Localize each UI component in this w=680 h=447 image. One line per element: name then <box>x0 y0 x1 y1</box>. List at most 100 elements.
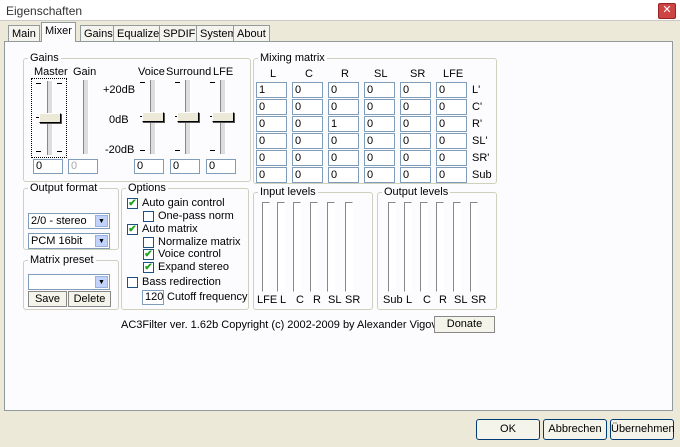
close-icon[interactable]: ✕ <box>658 3 676 19</box>
matrix-cell[interactable]: 0 <box>256 99 287 115</box>
apply-button[interactable]: Übernehmen <box>610 419 675 440</box>
matrix-cell[interactable]: 0 <box>328 82 359 98</box>
normalize-matrix-label: Normalize matrix <box>158 236 241 248</box>
donate-button[interactable]: Donate <box>434 316 495 333</box>
output-level-meter <box>388 202 396 292</box>
mixer-panel: Gains Master Gain Voice Surround LFE +20… <box>4 41 673 411</box>
chevron-down-icon[interactable]: ▼ <box>95 235 108 247</box>
matrix-cell[interactable]: 0 <box>292 99 323 115</box>
matrix-cell[interactable]: 0 <box>328 150 359 166</box>
matrix-cell[interactable]: 0 <box>256 133 287 149</box>
gain-input[interactable]: 0 <box>68 159 98 174</box>
matrix-cell[interactable]: 0 <box>364 150 395 166</box>
matrix-cell[interactable]: 0 <box>256 116 287 132</box>
matrix-cell[interactable]: 0 <box>256 150 287 166</box>
expand-stereo-label: Expand stereo <box>158 261 229 273</box>
sample-format-select[interactable]: PCM 16bit ▼ <box>28 233 110 249</box>
matrix-cell[interactable]: 0 <box>292 150 323 166</box>
matrix-cell[interactable]: 0 <box>400 167 431 183</box>
auto-matrix-label: Auto matrix <box>142 223 198 235</box>
output-level-meter <box>436 202 444 292</box>
output-level-label: Sub <box>383 294 403 306</box>
matrix-cell[interactable]: 0 <box>292 116 323 132</box>
matrix-cell[interactable]: 0 <box>436 116 467 132</box>
tab-about[interactable]: About <box>233 25 270 41</box>
copyright-text: AC3Filter ver. 1.62b Copyright (c) 2002-… <box>121 319 454 331</box>
tab-gains[interactable]: Gains <box>80 25 117 41</box>
tab-mixer[interactable]: Mixer <box>41 22 76 42</box>
surround-gain-input[interactable]: 0 <box>170 159 200 174</box>
auto-gain-control-checkbox[interactable]: ✔ <box>127 198 138 209</box>
lfe-slider[interactable] <box>210 78 234 156</box>
save-button[interactable]: Save <box>28 291 67 307</box>
matrix-cell[interactable]: 0 <box>400 133 431 149</box>
ok-button[interactable]: OK <box>476 419 540 440</box>
matrix-cell[interactable]: 0 <box>364 99 395 115</box>
input-level-meter <box>293 202 301 292</box>
matrix-cell[interactable]: 0 <box>400 82 431 98</box>
output-level-label: R <box>439 294 447 306</box>
matrix-cell[interactable]: 0 <box>436 133 467 149</box>
cutoff-frequency-input[interactable]: 120 <box>142 290 164 305</box>
tab-spdif[interactable]: SPDIF <box>159 25 200 41</box>
matrix-cell[interactable]: 0 <box>436 150 467 166</box>
matrix-cell[interactable]: 0 <box>256 167 287 183</box>
voice-label: Voice <box>138 66 165 78</box>
voice-control-checkbox[interactable]: ✔ <box>143 249 154 260</box>
matrix-cell[interactable]: 0 <box>436 99 467 115</box>
output-level-meter <box>470 202 478 292</box>
output-level-label: C <box>423 294 431 306</box>
lfe-gain-input[interactable]: 0 <box>206 159 236 174</box>
output-level-meter <box>453 202 461 292</box>
auto-gain-control-label: Auto gain control <box>142 197 225 209</box>
one-pass-norm-label: One-pass norm <box>158 210 234 222</box>
master-gain-input[interactable]: 0 <box>33 159 63 174</box>
master-slider-thumb[interactable] <box>39 113 61 123</box>
matrix-cell[interactable]: 0 <box>436 82 467 98</box>
auto-matrix-checkbox[interactable]: ✔ <box>127 224 138 235</box>
matrix-cell[interactable]: 0 <box>328 167 359 183</box>
bass-redirection-checkbox[interactable] <box>127 277 138 288</box>
matrix-cell[interactable]: 0 <box>400 99 431 115</box>
mixing-matrix-title: Mixing matrix <box>260 52 325 64</box>
surround-slider[interactable] <box>175 78 199 156</box>
voice-slider-thumb[interactable] <box>142 112 164 122</box>
surround-label: Surround <box>166 66 212 78</box>
matrix-col-lfe: LFE <box>443 68 464 80</box>
options-title: Options <box>128 182 166 194</box>
matrix-row-label: C' <box>472 101 483 113</box>
matrix-preset-select[interactable]: ▼ <box>28 274 110 290</box>
matrix-col-r: R <box>341 68 349 80</box>
matrix-cell[interactable]: 0 <box>292 167 323 183</box>
matrix-cell[interactable]: 0 <box>292 82 323 98</box>
surround-slider-thumb[interactable] <box>177 112 199 122</box>
matrix-cell[interactable]: 0 <box>364 167 395 183</box>
master-slider[interactable] <box>31 78 67 158</box>
delete-button[interactable]: Delete <box>68 291 111 307</box>
matrix-cell[interactable]: 0 <box>436 167 467 183</box>
cancel-button[interactable]: Abbrechen <box>543 419 607 440</box>
normalize-matrix-checkbox[interactable] <box>143 237 154 248</box>
chevron-down-icon[interactable]: ▼ <box>95 215 108 227</box>
gain-slider[interactable] <box>75 78 95 156</box>
one-pass-norm-checkbox[interactable] <box>143 211 154 222</box>
chevron-down-icon[interactable]: ▼ <box>95 276 108 288</box>
matrix-cell[interactable]: 0 <box>292 133 323 149</box>
input-level-meter <box>277 202 285 292</box>
matrix-cell[interactable]: 0 <box>400 116 431 132</box>
matrix-row-label: Sub <box>472 169 492 181</box>
voice-slider[interactable] <box>140 78 164 156</box>
tab-main[interactable]: Main <box>8 25 40 41</box>
matrix-cell[interactable]: 0 <box>328 99 359 115</box>
matrix-cell[interactable]: 0 <box>364 82 395 98</box>
matrix-cell[interactable]: 0 <box>400 150 431 166</box>
voice-gain-input[interactable]: 0 <box>134 159 164 174</box>
matrix-cell[interactable]: 0 <box>364 133 395 149</box>
matrix-cell[interactable]: 0 <box>328 133 359 149</box>
output-format-select[interactable]: 2/0 - stereo ▼ <box>28 213 110 229</box>
matrix-cell[interactable]: 1 <box>256 82 287 98</box>
expand-stereo-checkbox[interactable]: ✔ <box>143 262 154 273</box>
matrix-cell[interactable]: 0 <box>364 116 395 132</box>
matrix-cell[interactable]: 1 <box>328 116 359 132</box>
lfe-slider-thumb[interactable] <box>212 112 234 122</box>
